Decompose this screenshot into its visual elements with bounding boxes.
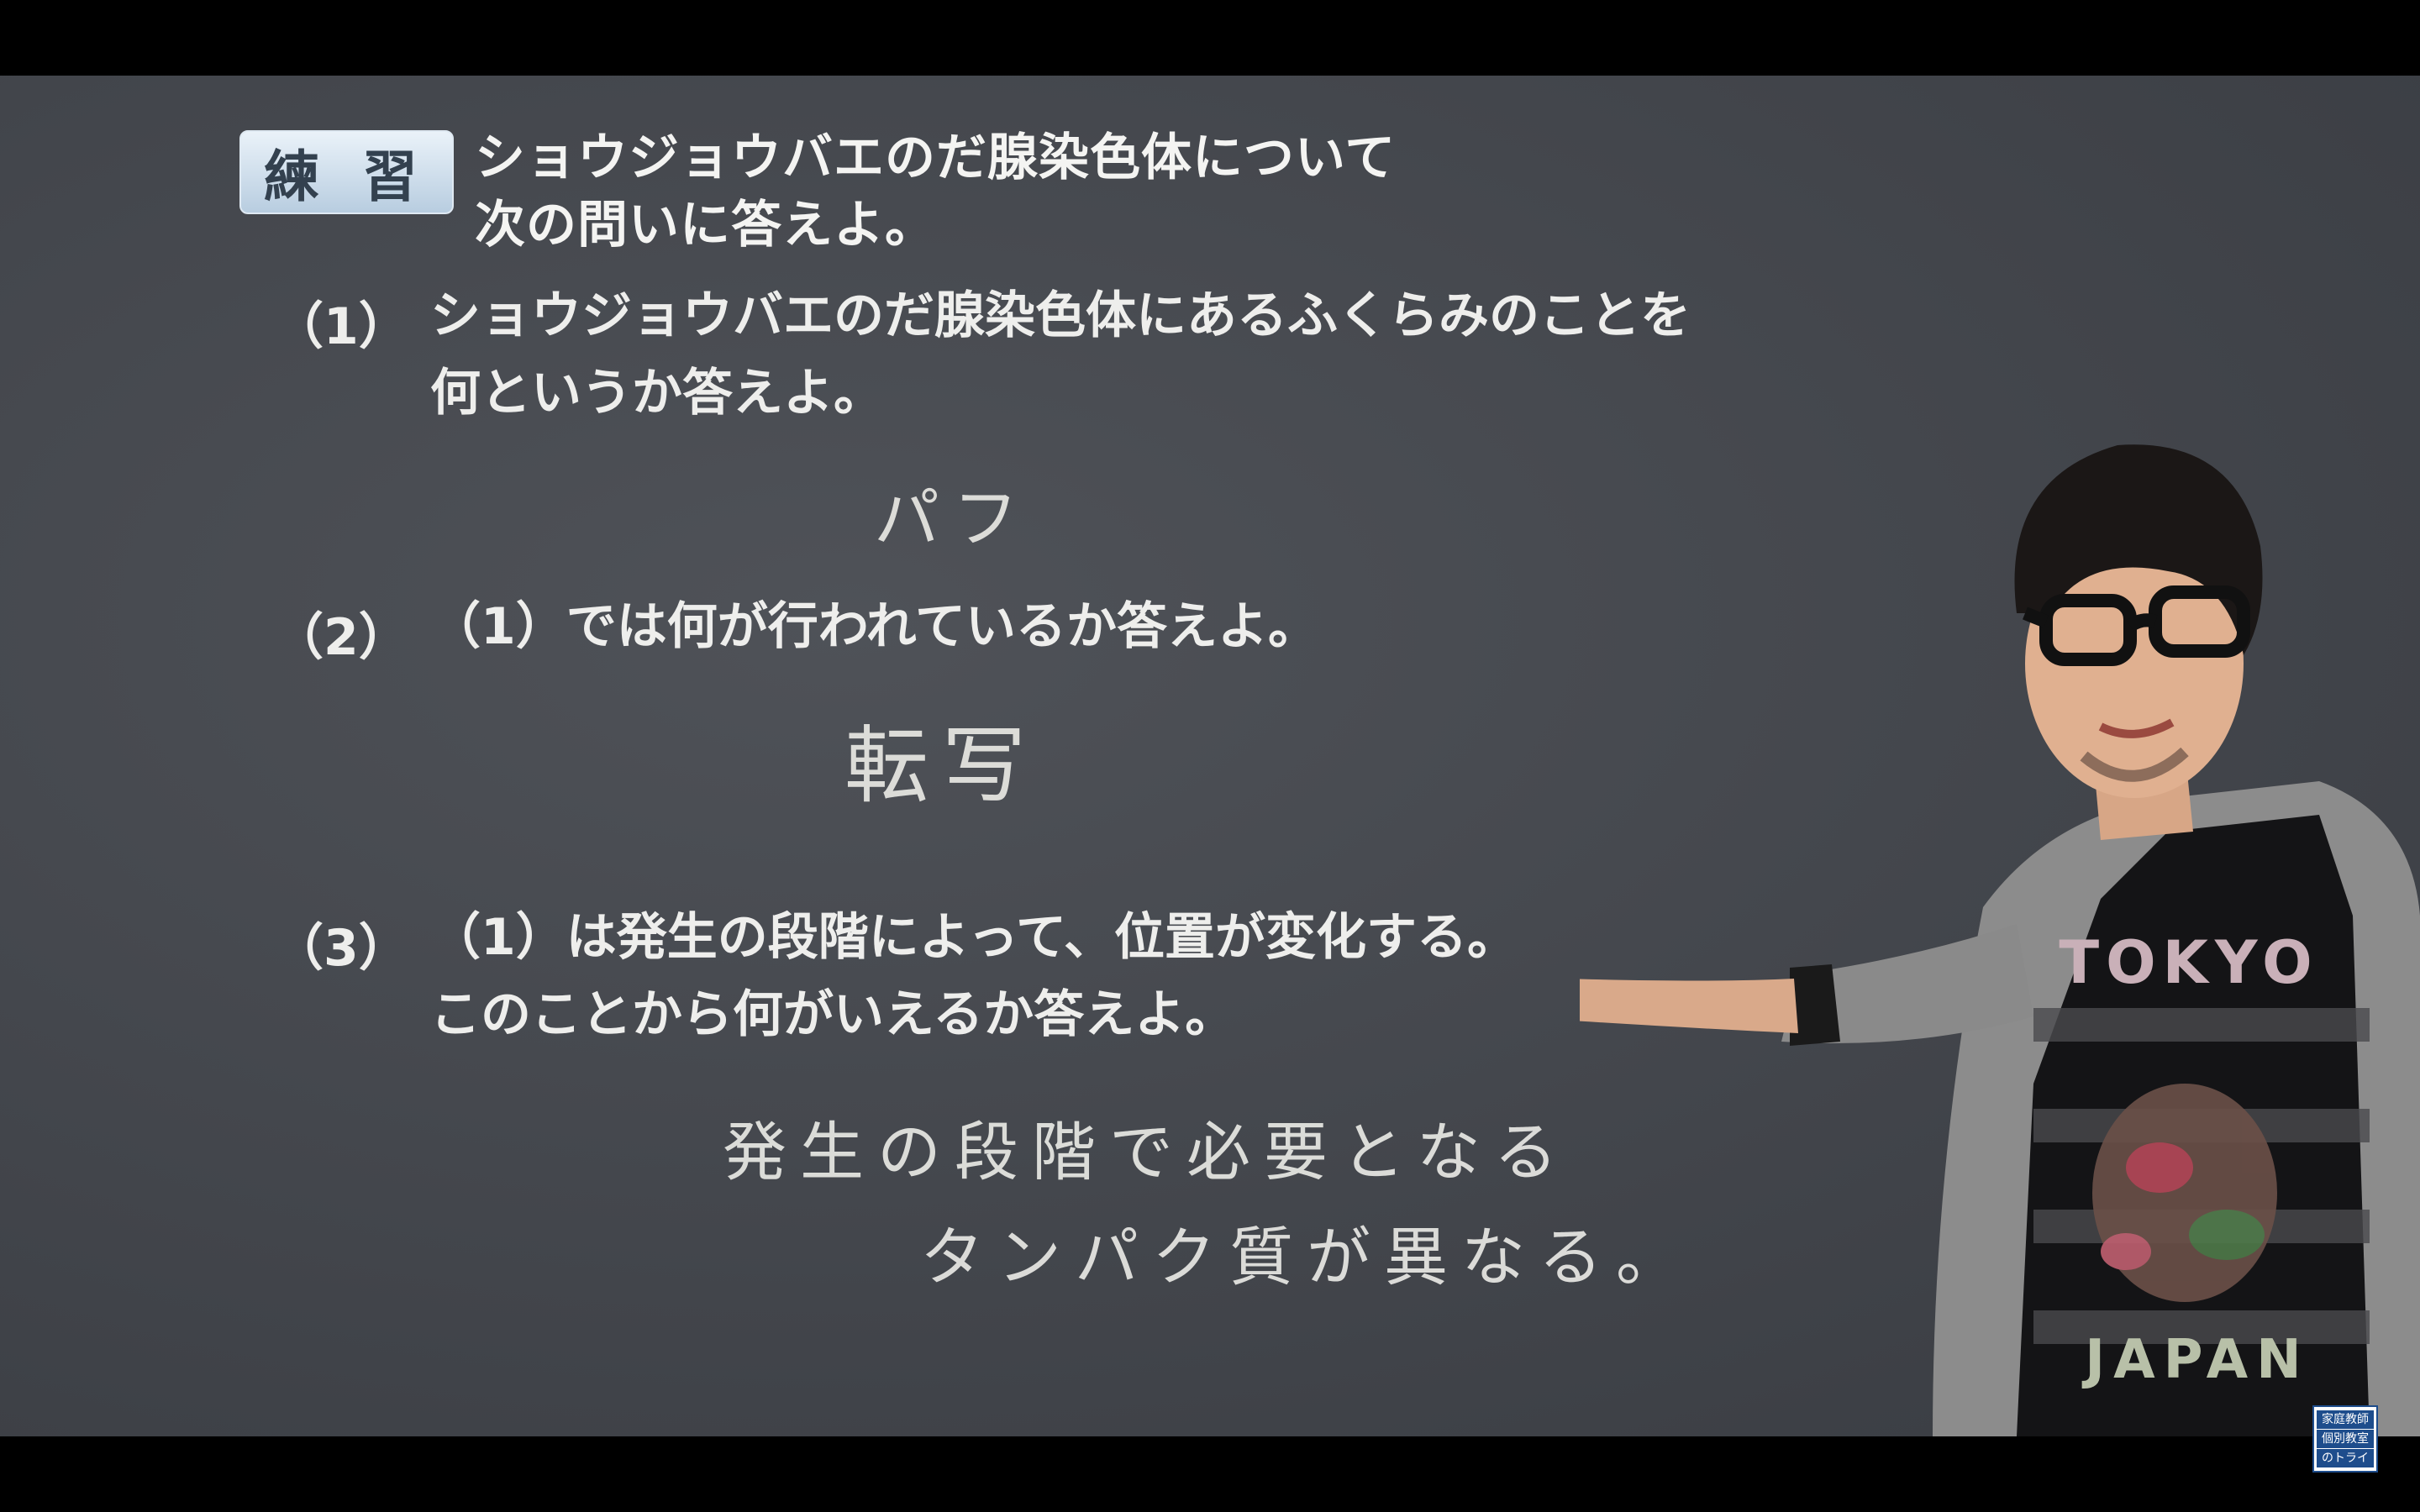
logo-line-2: 個別教室 <box>2317 1430 2374 1448</box>
question-3-text: （1）は発生の段階によって、位置が変化する。 このことから何がいえるか答えよ。 <box>430 899 1518 1053</box>
logo-line-1: 家庭教師 <box>2317 1410 2374 1429</box>
presenter-hand <box>1580 979 1798 1033</box>
answer-2-handwritten: 転写 <box>844 717 1039 815</box>
question-3-line-1: （1）は発生の段階によって、位置が変化する。 <box>430 908 1518 967</box>
question-2-text: （1）では何が行われているか答えよ。 <box>430 588 1318 665</box>
question-1-number: （1） <box>273 297 409 356</box>
title-line-1: ショウジョウバエのだ腺染色体について <box>475 129 1397 187</box>
shirt-text-bottom: JAPAN <box>2081 1329 2309 1391</box>
presenter-cuff <box>1790 964 1840 1046</box>
tutoring-logo: 家庭教師 個別教室 のトライ <box>2312 1405 2378 1473</box>
question-2-number: （2） <box>273 608 409 667</box>
question-1-text: ショウジョウバエのだ腺染色体にあるふくらみのことを 何というか答えよ。 <box>430 277 1691 432</box>
question-3-number: （3） <box>273 919 409 978</box>
exercise-title: ショウジョウバエのだ腺染色体について 次の問いに答えよ。 <box>475 124 1396 259</box>
logo-line-3: のトライ <box>2317 1449 2374 1467</box>
answer-1-handwritten: パフ <box>874 481 1033 557</box>
question-2-line-1: （1）では何が行われているか答えよ。 <box>430 597 1318 656</box>
shirt-print <box>2092 1084 2277 1302</box>
title-line-2: 次の問いに答えよ。 <box>475 196 936 255</box>
answer-3-handwritten-line-1: 発生の段階で必要となる <box>723 1115 1571 1189</box>
question-1-line-1: ショウジョウバエのだ腺染色体にあるふくらみのことを <box>430 286 1691 345</box>
answer-3-handwritten-line-2: タンパク質が異なる。 <box>920 1220 1693 1294</box>
question-1-line-2: 何というか答えよ。 <box>430 364 884 423</box>
practice-badge: 練 習 <box>239 130 454 214</box>
question-3-line-2: このことから何がいえるか答えよ。 <box>430 985 1236 1044</box>
shirt-text-top: TOKYO <box>2059 928 2318 997</box>
presenter: TOKYO JAPAN <box>1580 444 2420 1436</box>
blackboard: 練 習 ショウジョウバエのだ腺染色体について 次の問いに答えよ。 （1） ショウ… <box>0 76 2420 1436</box>
